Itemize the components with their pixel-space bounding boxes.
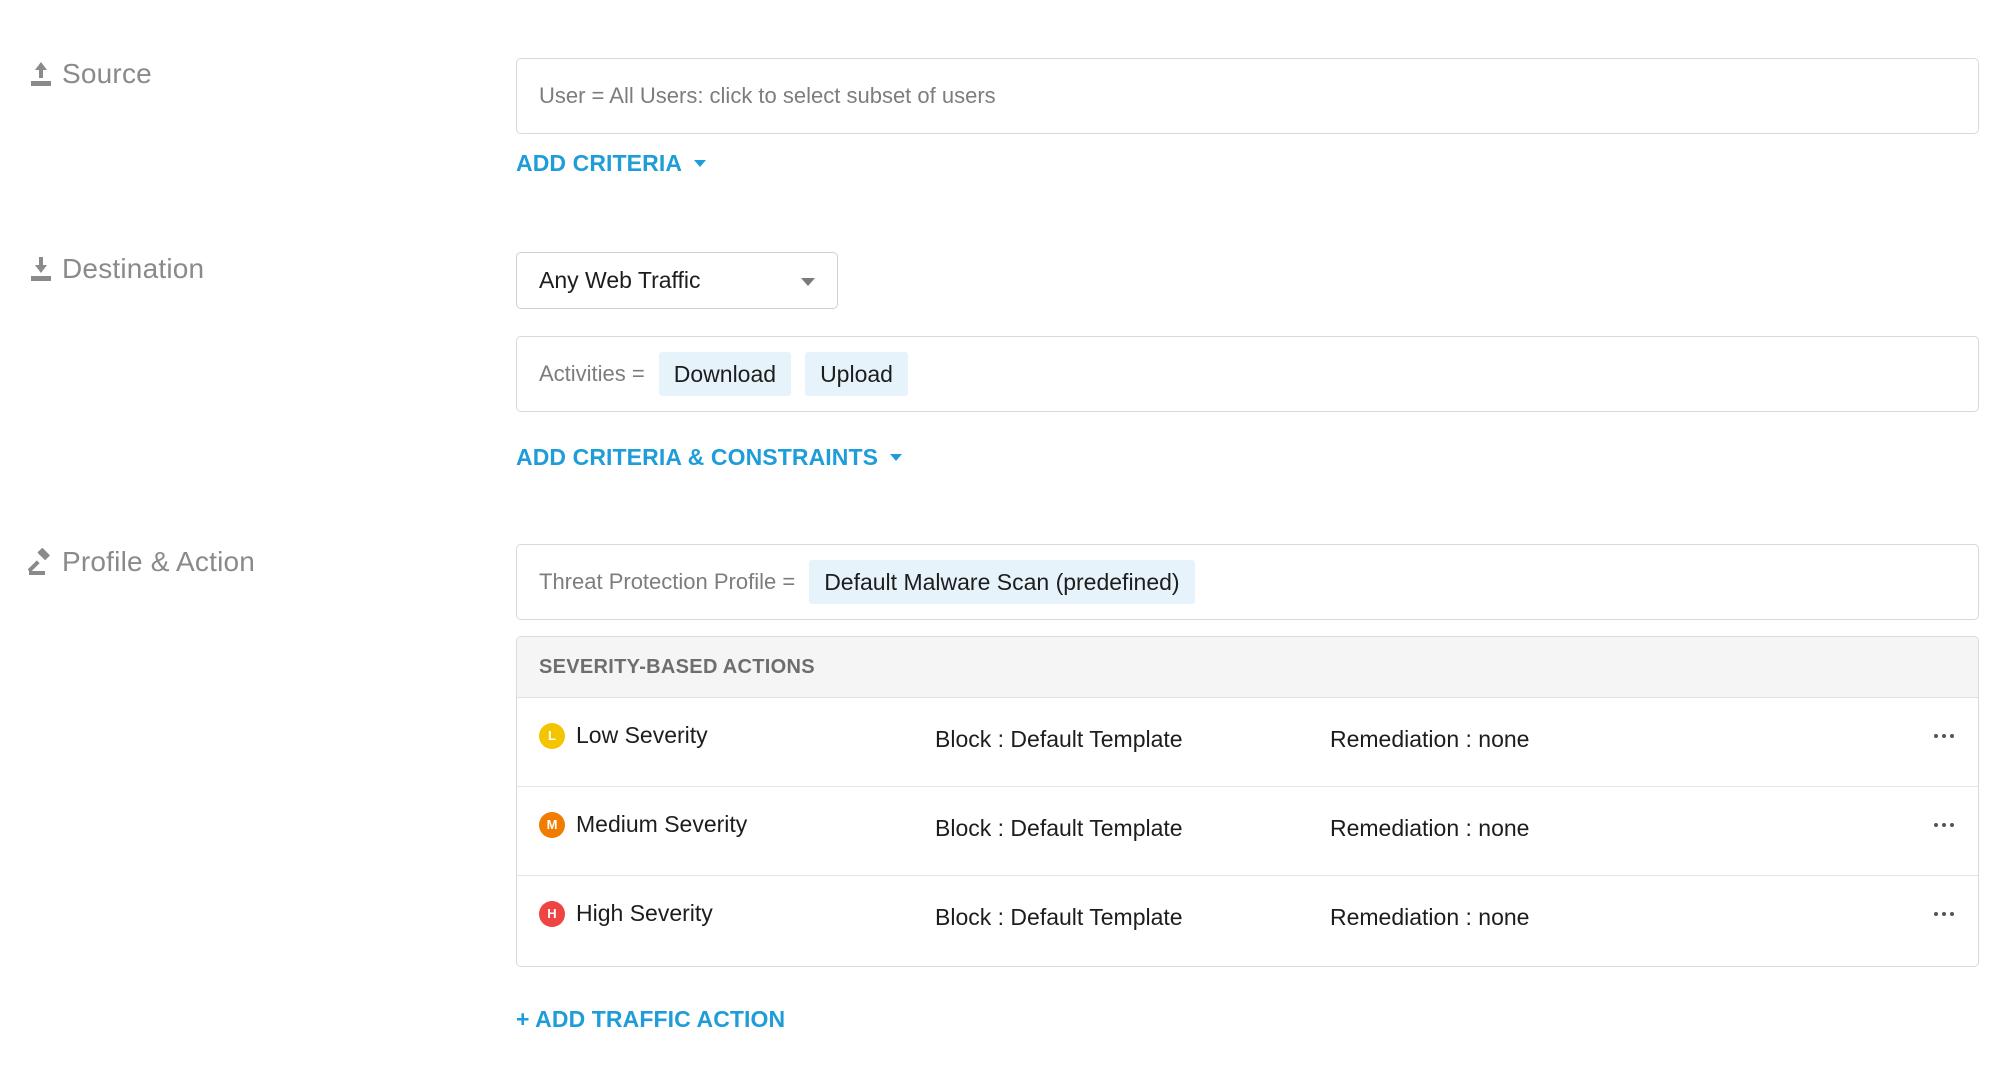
remediation-value: Remediation : none xyxy=(1330,726,1530,752)
section-label-source: Source xyxy=(28,58,152,90)
activity-chip-download[interactable]: Download xyxy=(658,352,792,396)
source-criteria-text: User = All Users: click to select subset… xyxy=(539,83,996,108)
section-label-destination: Destination xyxy=(28,253,204,285)
severity-label: Low Severity xyxy=(576,722,708,748)
source-criteria-field[interactable]: User = All Users: click to select subset… xyxy=(516,58,1979,134)
low-severity-badge-icon: L xyxy=(539,722,565,749)
add-criteria-constraints-label: ADD CRITERIA & CONSTRAINTS xyxy=(516,444,879,470)
caret-down-icon xyxy=(890,454,903,461)
threat-profile-label: Threat Protection Profile = xyxy=(539,569,796,594)
activities-field[interactable]: Activities = Download Upload xyxy=(516,336,1979,412)
dropdown-arrow-icon xyxy=(801,278,815,286)
gavel-icon xyxy=(28,546,54,578)
add-traffic-action-label: + ADD TRAFFIC ACTION xyxy=(516,1006,786,1032)
severity-actions-table: SEVERITY-BASED ACTIONS L Low Severity Bl… xyxy=(516,636,1979,967)
remediation-value: Remediation : none xyxy=(1330,815,1530,841)
severity-label: High Severity xyxy=(576,900,713,926)
table-row[interactable]: H High Severity Block : Default Template… xyxy=(517,876,1978,965)
more-options-icon[interactable] xyxy=(1934,912,1954,916)
table-row[interactable]: M Medium Severity Block : Default Templa… xyxy=(517,787,1978,876)
action-value: Block : Default Template xyxy=(935,726,1183,752)
traffic-type-select[interactable]: Any Web Traffic xyxy=(516,252,838,309)
severity-label: Medium Severity xyxy=(576,811,748,837)
activity-chip-upload[interactable]: Upload xyxy=(805,352,908,396)
add-traffic-action-button[interactable]: + ADD TRAFFIC ACTION xyxy=(516,1006,785,1033)
threat-profile-chip[interactable]: Default Malware Scan (predefined) xyxy=(809,560,1195,604)
table-row[interactable]: L Low Severity Block : Default Template … xyxy=(517,698,1978,787)
action-value: Block : Default Template xyxy=(935,904,1183,930)
severity-cell: H High Severity xyxy=(539,900,713,927)
remediation-value: Remediation : none xyxy=(1330,904,1530,930)
high-severity-badge-icon: H xyxy=(539,900,565,927)
add-criteria-button[interactable]: ADD CRITERIA xyxy=(516,150,707,177)
section-label-profile-action: Profile & Action xyxy=(28,546,255,578)
medium-severity-badge-icon: M xyxy=(539,811,565,838)
more-options-icon[interactable] xyxy=(1934,823,1954,827)
action-value: Block : Default Template xyxy=(935,815,1183,841)
download-icon xyxy=(28,253,54,285)
section-title: Profile & Action xyxy=(62,546,256,577)
severity-cell: M Medium Severity xyxy=(539,811,747,838)
section-title: Destination xyxy=(62,253,205,284)
add-criteria-constraints-button[interactable]: ADD CRITERIA & CONSTRAINTS xyxy=(516,444,903,471)
traffic-type-value: Any Web Traffic xyxy=(539,267,701,293)
section-title: Source xyxy=(62,58,152,89)
severity-cell: L Low Severity xyxy=(539,722,708,749)
activities-label: Activities = xyxy=(539,361,645,386)
more-options-icon[interactable] xyxy=(1934,734,1954,738)
caret-down-icon xyxy=(694,160,707,167)
severity-actions-header: SEVERITY-BASED ACTIONS xyxy=(517,637,1978,698)
add-criteria-label: ADD CRITERIA xyxy=(516,150,683,176)
threat-profile-field[interactable]: Threat Protection Profile = Default Malw… xyxy=(516,544,1979,620)
upload-icon xyxy=(28,58,54,90)
